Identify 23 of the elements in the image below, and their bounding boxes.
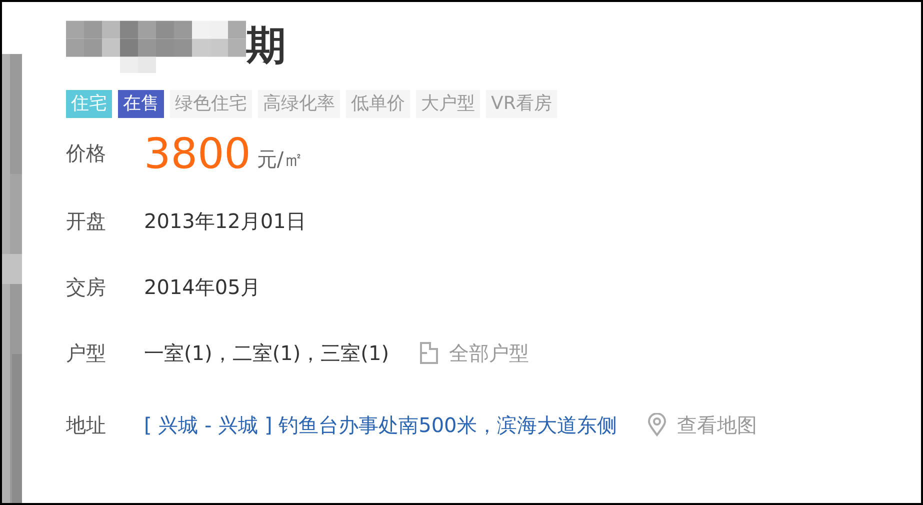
field-value: 2013年12月01日 bbox=[144, 208, 306, 234]
tag: 低单价 bbox=[346, 90, 410, 118]
field-value: 一室(1)，二室(1)，三室(1) bbox=[144, 340, 389, 366]
field-label: 价格 bbox=[66, 140, 107, 166]
address-link[interactable]: [ 兴城 - 兴城 ] 钓鱼台办事处南500米，滨海大道东侧 bbox=[144, 412, 617, 438]
tag: 住宅 bbox=[66, 90, 112, 118]
location-pin-icon[interactable] bbox=[646, 413, 667, 437]
tag: 绿色住宅 bbox=[170, 90, 252, 118]
tag: 高绿化率 bbox=[258, 90, 340, 118]
tag: 大户型 bbox=[416, 90, 480, 118]
tag: VR看房 bbox=[486, 90, 557, 118]
field-label: 户型 bbox=[66, 340, 107, 366]
price-unit: 元/㎡ bbox=[256, 146, 304, 172]
field-label: 地址 bbox=[66, 412, 107, 438]
field-value: 2014年05月 bbox=[144, 274, 260, 300]
floor-plan-icon[interactable] bbox=[419, 341, 439, 365]
project-title: 期 bbox=[246, 22, 286, 71]
field-label: 交房 bbox=[66, 274, 107, 300]
view-map-link[interactable]: 查看地图 bbox=[676, 412, 757, 438]
tag: 在售 bbox=[118, 90, 164, 118]
price-value: 3800 bbox=[144, 128, 251, 178]
field-label: 开盘 bbox=[66, 208, 107, 234]
all-layouts-link[interactable]: 全部户型 bbox=[449, 340, 529, 366]
